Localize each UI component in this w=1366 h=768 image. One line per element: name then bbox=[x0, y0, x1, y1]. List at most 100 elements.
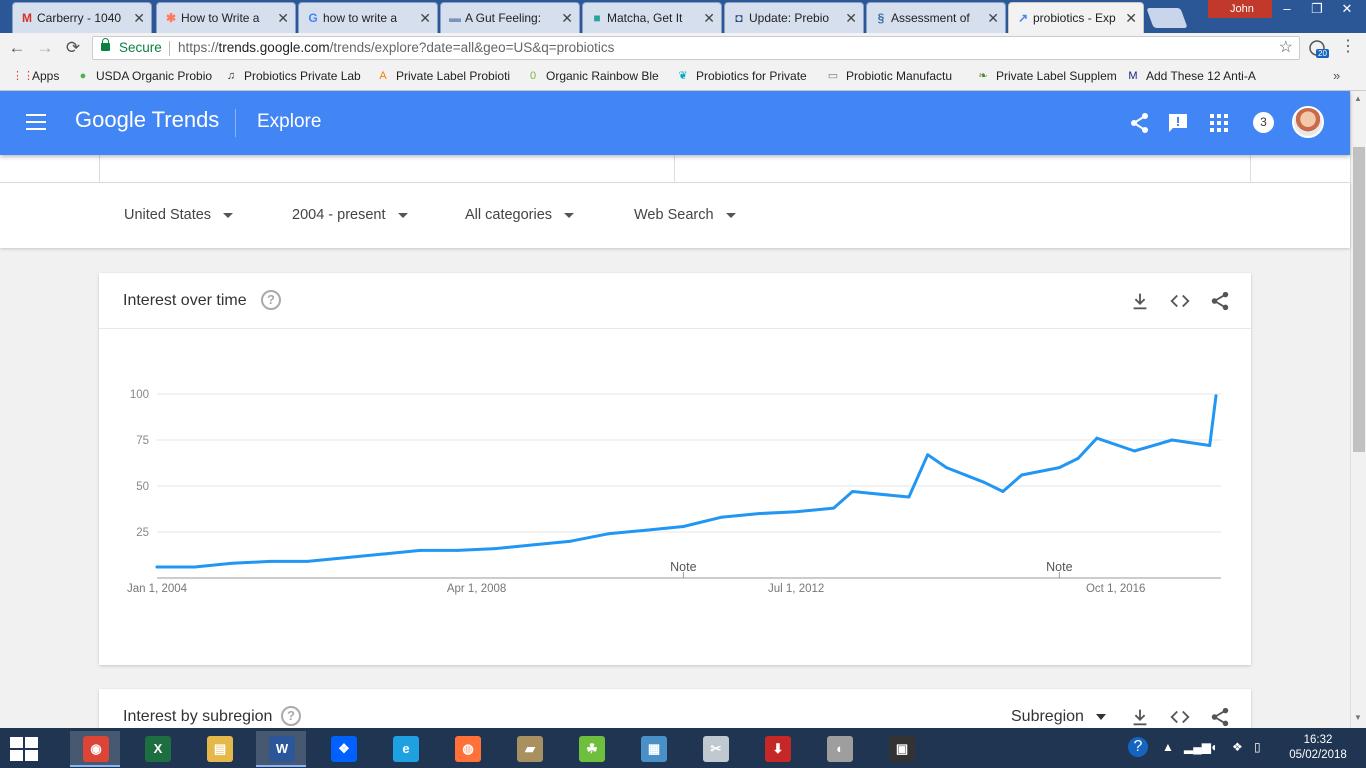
help-tray-icon[interactable]: ? bbox=[1128, 737, 1148, 757]
bookmark-star-icon[interactable]: ☆ bbox=[1279, 37, 1293, 59]
time-filter-dropdown[interactable]: 2004 - present bbox=[292, 207, 408, 223]
interest-over-time-chart[interactable]: 100 75 50 25 Jan 1, 2004 Apr 1, 2008 Jul 1, 20… bbox=[99, 273, 1251, 665]
bookmark-item[interactable]: ❦ Probiotics for Private bbox=[676, 69, 816, 83]
tab-4[interactable]: ■ Matcha, Get It ✕ bbox=[582, 2, 722, 33]
taskbar-video[interactable]: ▣ bbox=[876, 731, 926, 767]
avatar[interactable] bbox=[1292, 106, 1324, 138]
taskbar-dragon[interactable]: ☘ bbox=[566, 731, 616, 767]
address-bar[interactable]: Secure https://trends.google.com/trends/… bbox=[92, 36, 1300, 60]
close-tab-icon[interactable]: ✕ bbox=[987, 10, 999, 27]
taskbar-snipping[interactable]: ✂ bbox=[690, 731, 740, 767]
reload-button[interactable]: ⟳ bbox=[62, 38, 84, 58]
tab-6[interactable]: § Assessment of ✕ bbox=[866, 2, 1006, 33]
note-label[interactable]: Note bbox=[670, 560, 696, 574]
extension-button[interactable]: 20 bbox=[1308, 39, 1329, 59]
scrollbar-thumb[interactable] bbox=[1353, 147, 1365, 452]
scroll-down-icon[interactable]: ▼ bbox=[1354, 713, 1362, 722]
dropbox-tray-icon[interactable]: ❖ bbox=[1232, 740, 1243, 754]
google-trends-logo[interactable]: Google Trends bbox=[75, 107, 219, 133]
close-tab-icon[interactable]: ✕ bbox=[845, 10, 857, 27]
page-scrollbar[interactable]: ▲ ▼ bbox=[1350, 91, 1366, 728]
data-point bbox=[982, 480, 986, 484]
data-point bbox=[1208, 444, 1212, 447]
tab-title: Update: Prebio bbox=[749, 11, 830, 25]
category-filter-dropdown[interactable]: All categories bbox=[465, 207, 575, 223]
close-tab-icon[interactable]: ✕ bbox=[703, 10, 715, 27]
bookmark-item[interactable]: ▭ Probiotic Manufactu bbox=[826, 69, 966, 83]
taskbar-speaker[interactable]: ◐ bbox=[814, 731, 864, 767]
bookmark-item[interactable]: A Private Label Probioti bbox=[376, 69, 516, 83]
bookmark-item[interactable]: ⋮⋮ Apps bbox=[12, 69, 72, 83]
new-tab-button[interactable] bbox=[1146, 8, 1188, 28]
tab-7[interactable]: ↗ probiotics - Exp ✕ bbox=[1008, 2, 1144, 33]
data-point bbox=[1214, 394, 1218, 398]
bookmark-item[interactable]: ♫ Probiotics Private Lab bbox=[224, 69, 364, 83]
bookmark-item[interactable]: ❧ Private Label Supplem bbox=[976, 69, 1116, 83]
taskbar-scanner[interactable]: ▰ bbox=[504, 731, 554, 767]
taskbar-explorer[interactable]: ▤ bbox=[194, 731, 244, 767]
taskbar-control-panel[interactable]: ▦ bbox=[628, 731, 678, 767]
data-point bbox=[493, 547, 497, 550]
notification-count[interactable]: 3 bbox=[1253, 112, 1274, 133]
card-title: Interest by subregion bbox=[123, 708, 273, 725]
close-tab-icon[interactable]: ✕ bbox=[419, 10, 431, 27]
extension-badge: 20 bbox=[1316, 49, 1329, 58]
tab-2[interactable]: Ghow to write a ✕ bbox=[298, 2, 438, 33]
bookmark-item[interactable]: 0 Organic Rainbow Ble bbox=[526, 69, 666, 83]
minimize-button[interactable]: – bbox=[1272, 0, 1302, 20]
close-tab-icon[interactable]: ✕ bbox=[277, 10, 289, 27]
taskbar-downloader[interactable]: ⬇ bbox=[752, 731, 802, 767]
embed-code-icon[interactable] bbox=[1169, 706, 1191, 728]
geo-filter-dropdown[interactable]: United States bbox=[124, 207, 234, 223]
tab-0[interactable]: M Carberry - 1040 ✕ bbox=[12, 2, 152, 33]
close-tab-icon[interactable]: ✕ bbox=[561, 10, 573, 27]
battery-icon[interactable]: ▯ bbox=[1254, 740, 1261, 754]
scroll-up-icon[interactable]: ▲ bbox=[1354, 94, 1362, 103]
help-icon[interactable]: ? bbox=[281, 706, 301, 726]
bookmarks-overflow-icon[interactable]: » bbox=[1333, 68, 1340, 83]
data-point bbox=[832, 506, 836, 510]
trends-header: Google Trends Explore 3 bbox=[0, 91, 1350, 155]
header-divider bbox=[235, 109, 236, 137]
download-icon[interactable] bbox=[1129, 706, 1151, 728]
profile-button[interactable]: John bbox=[1208, 0, 1272, 18]
taskbar-ie[interactable]: e bbox=[380, 731, 430, 767]
note-label[interactable]: Note bbox=[1046, 560, 1072, 574]
feedback-icon[interactable] bbox=[1166, 111, 1190, 135]
volume-icon[interactable]: ◖ bbox=[1210, 740, 1217, 754]
taskbar-chrome[interactable]: ◉ bbox=[70, 731, 120, 767]
bookmark-item[interactable]: M Add These 12 Anti-A bbox=[1126, 69, 1266, 83]
share-icon[interactable] bbox=[1209, 706, 1231, 728]
tab-5[interactable]: ◘ Update: Prebio ✕ bbox=[724, 2, 864, 33]
data-point bbox=[193, 565, 196, 569]
network-icon[interactable]: ▂▄▆ bbox=[1184, 740, 1211, 754]
data-point bbox=[155, 565, 159, 569]
taskbar-word[interactable]: W bbox=[256, 731, 306, 767]
forward-button[interactable]: → bbox=[34, 38, 56, 58]
chrome-menu-icon[interactable]: ⋮ bbox=[1340, 36, 1356, 56]
close-tab-icon[interactable]: ✕ bbox=[1125, 10, 1137, 27]
page-icon: ▭ bbox=[827, 70, 839, 82]
tray-overflow-icon[interactable]: ▲ bbox=[1162, 740, 1174, 754]
green-leaf-icon: ❧ bbox=[978, 70, 988, 82]
maximize-button[interactable]: ❐ bbox=[1302, 0, 1332, 20]
search-type-filter-dropdown[interactable]: Web Search bbox=[634, 207, 736, 223]
system-clock[interactable]: 16:32 05/02/2018 bbox=[1286, 733, 1350, 763]
subregion-dropdown[interactable]: Subregion bbox=[1011, 708, 1106, 726]
back-button[interactable]: ← bbox=[6, 38, 28, 58]
bookmark-item[interactable]: ● USDA Organic Probio bbox=[76, 69, 216, 83]
tab-1[interactable]: ✱ How to Write a ✕ bbox=[156, 2, 296, 33]
apps-grid-icon[interactable] bbox=[1207, 111, 1231, 135]
taskbar-excel[interactable]: X bbox=[132, 731, 182, 767]
windows-start-icon[interactable] bbox=[10, 737, 38, 761]
taskbar-dropbox[interactable]: ❖ bbox=[318, 731, 368, 767]
share-icon[interactable] bbox=[1128, 111, 1152, 135]
close-tab-icon[interactable]: ✕ bbox=[133, 10, 145, 27]
bookmark-label: Apps bbox=[32, 69, 60, 83]
hamburger-menu-icon[interactable] bbox=[26, 114, 46, 130]
category-filter-label: All categories bbox=[465, 207, 553, 223]
url-path: /trends/explore?date=all&geo=US&q=probio… bbox=[329, 40, 615, 55]
taskbar-firefox[interactable]: ◍ bbox=[442, 731, 492, 767]
close-window-button[interactable]: ✕ bbox=[1332, 0, 1362, 20]
tab-3[interactable]: ▬ A Gut Feeling: ✕ bbox=[440, 2, 580, 33]
